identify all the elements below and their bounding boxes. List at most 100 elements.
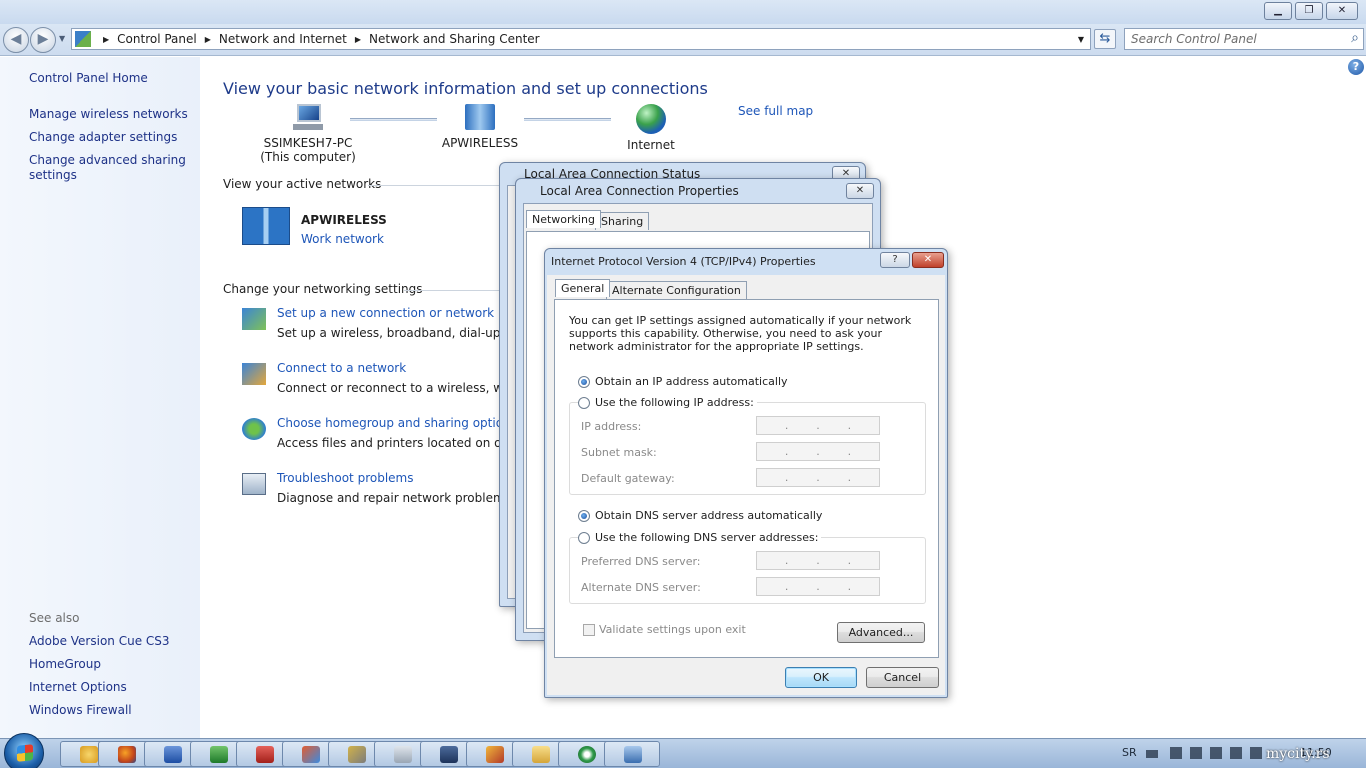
- forward-button[interactable]: ▶: [30, 27, 56, 53]
- dns-auto-option[interactable]: Obtain DNS server address automatically: [578, 509, 822, 522]
- see-also-internet-options[interactable]: Internet Options: [29, 680, 127, 694]
- change-advanced-sharing-link[interactable]: Change advanced sharing: [29, 153, 186, 167]
- manage-wireless-networks-link[interactable]: Manage wireless networks: [29, 107, 188, 121]
- dns-auto-label: Obtain DNS server address automatically: [595, 509, 823, 522]
- calculator-icon: [394, 746, 412, 763]
- connect-network-desc: Connect or reconnect to a wireless, wire…: [277, 381, 499, 395]
- control-panel-icon: [624, 746, 642, 763]
- dns-manual-radio[interactable]: [578, 531, 590, 544]
- chevron-right-icon[interactable]: ▶: [103, 35, 109, 44]
- ip-auto-radio[interactable]: [578, 375, 590, 388]
- networking-settings-heading: Change your networking settings: [223, 282, 423, 296]
- maximize-button[interactable]: ❐: [1295, 2, 1323, 20]
- flag-icon[interactable]: [1190, 747, 1202, 759]
- watermark: mycity.rs: [1266, 746, 1330, 762]
- see-full-map-link[interactable]: See full map: [738, 104, 813, 118]
- ip-address-label: IP address:: [581, 420, 642, 433]
- close-icon[interactable]: ✕: [912, 252, 944, 268]
- taskbar-control-panel[interactable]: [604, 741, 660, 767]
- breadcrumb[interactable]: ▶ Control Panel ▶ Network and Internet ▶…: [71, 28, 1091, 50]
- troubleshoot-icon: [242, 473, 266, 495]
- keyboard-icon[interactable]: [1146, 750, 1158, 758]
- search-icon[interactable]: ⌕: [1351, 30, 1359, 46]
- network-type-link[interactable]: Work network: [301, 232, 384, 246]
- save-icon: [440, 746, 458, 763]
- change-advanced-sharing-link-cont[interactable]: settings: [29, 168, 77, 182]
- computer-subtitle: (This computer): [260, 150, 356, 164]
- tab-alternate-configuration[interactable]: Alternate Configuration: [606, 281, 747, 299]
- change-adapter-settings-link[interactable]: Change adapter settings: [29, 130, 177, 144]
- dns-auto-radio[interactable]: [578, 509, 590, 522]
- network-tray-icon[interactable]: [1210, 747, 1222, 759]
- properties-dialog-title: Local Area Connection Properties: [540, 184, 739, 198]
- close-icon[interactable]: ✕: [846, 183, 874, 199]
- window-controls: ▁ ❐ ✕: [1264, 2, 1358, 20]
- validate-checkbox[interactable]: [583, 623, 595, 636]
- recent-pages-dropdown[interactable]: ▼: [59, 34, 65, 43]
- help-icon[interactable]: ?: [1348, 59, 1364, 75]
- ip-auto-label: Obtain an IP address automatically: [595, 375, 788, 388]
- ok-button[interactable]: OK: [785, 667, 857, 688]
- active-networks-heading: View your active networks: [223, 177, 382, 191]
- chevron-right-icon[interactable]: ▶: [355, 35, 361, 44]
- cancel-button[interactable]: Cancel: [866, 667, 939, 688]
- new-connection-icon: [242, 308, 266, 330]
- back-button[interactable]: ◀: [3, 27, 29, 53]
- control-panel-home-link[interactable]: Control Panel Home: [29, 71, 148, 85]
- validate-option[interactable]: Validate settings upon exit: [583, 623, 746, 636]
- ip-manual-radio[interactable]: [578, 396, 590, 409]
- tab-networking[interactable]: Networking: [526, 210, 601, 228]
- ip-auto-option[interactable]: Obtain an IP address automatically: [578, 375, 788, 388]
- ip-manual-label: Use the following IP address:: [595, 396, 754, 409]
- chevron-right-icon[interactable]: ▶: [205, 35, 211, 44]
- see-also-adobe-version-cue[interactable]: Adobe Version Cue CS3: [29, 634, 170, 648]
- dns-manual-label: Use the following DNS server addresses:: [595, 531, 819, 544]
- advanced-button[interactable]: Advanced...: [837, 622, 925, 643]
- tab-sharing[interactable]: Sharing: [595, 212, 650, 230]
- breadcrumb-network-and-internet[interactable]: Network and Internet: [219, 32, 347, 46]
- breadcrumb-control-panel[interactable]: Control Panel: [117, 32, 197, 46]
- ip-manual-option[interactable]: Use the following IP address:: [578, 396, 757, 409]
- setup-connection-link[interactable]: Set up a new connection or network: [277, 306, 494, 320]
- see-also-homegroup[interactable]: HomeGroup: [29, 657, 101, 671]
- power-icon[interactable]: [1230, 747, 1242, 759]
- left-nav-pane: Control Panel Home Manage wireless netwo…: [0, 57, 200, 738]
- browser-icon: [578, 746, 596, 763]
- computer-icon: [293, 104, 323, 130]
- chevron-down-icon[interactable]: ▼: [1078, 35, 1084, 44]
- start-button[interactable]: [4, 733, 44, 768]
- acrobat-icon: [256, 746, 274, 763]
- dns-manual-option[interactable]: Use the following DNS server addresses:: [578, 531, 822, 544]
- arrow-up-icon[interactable]: [1170, 747, 1182, 759]
- ip-address-field[interactable]: ...: [756, 416, 880, 435]
- language-indicator[interactable]: SR: [1122, 746, 1137, 759]
- troubleshoot-link[interactable]: Troubleshoot problems: [277, 471, 413, 485]
- windows-explorer-icon: [80, 746, 98, 763]
- search-input[interactable]: Search Control Panel ⌕: [1124, 28, 1364, 50]
- task-homegroup: Choose homegroup and sharing options Acc…: [240, 416, 517, 456]
- preferred-dns-field[interactable]: ...: [756, 551, 880, 570]
- connect-network-link[interactable]: Connect to a network: [277, 361, 406, 375]
- minimize-button[interactable]: ▁: [1264, 2, 1292, 20]
- word-icon: [164, 746, 182, 763]
- map-node-internet[interactable]: Internet: [616, 104, 686, 152]
- task-troubleshoot: Troubleshoot problems Diagnose and repai…: [240, 471, 500, 511]
- alternate-dns-field[interactable]: ...: [756, 577, 880, 596]
- task-setup-connection: Set up a new connection or network Set u…: [240, 306, 500, 346]
- tab-general[interactable]: General: [555, 279, 611, 297]
- general-tab-page: You can get IP settings assigned automat…: [554, 299, 939, 658]
- breadcrumb-network-sharing-center[interactable]: Network and Sharing Center: [369, 32, 540, 46]
- close-button[interactable]: ✕: [1326, 2, 1358, 20]
- ipv4-dialog-body: General Alternate Configuration You can …: [547, 275, 945, 695]
- see-also-windows-firewall[interactable]: Windows Firewall: [29, 703, 132, 717]
- refresh-button[interactable]: ⇆: [1094, 29, 1116, 49]
- homegroup-link[interactable]: Choose homegroup and sharing options: [277, 416, 517, 430]
- subnet-mask-field[interactable]: ...: [756, 442, 880, 461]
- homegroup-desc: Access files and printers located on oth…: [277, 436, 499, 450]
- volume-icon[interactable]: [1250, 747, 1262, 759]
- map-node-computer[interactable]: SSIMKESH7-PC (This computer): [258, 104, 358, 164]
- see-also-heading: See also: [29, 611, 80, 625]
- map-node-network[interactable]: APWIRELESS: [440, 104, 520, 150]
- default-gateway-field[interactable]: ...: [756, 468, 880, 487]
- help-button[interactable]: ?: [880, 252, 910, 268]
